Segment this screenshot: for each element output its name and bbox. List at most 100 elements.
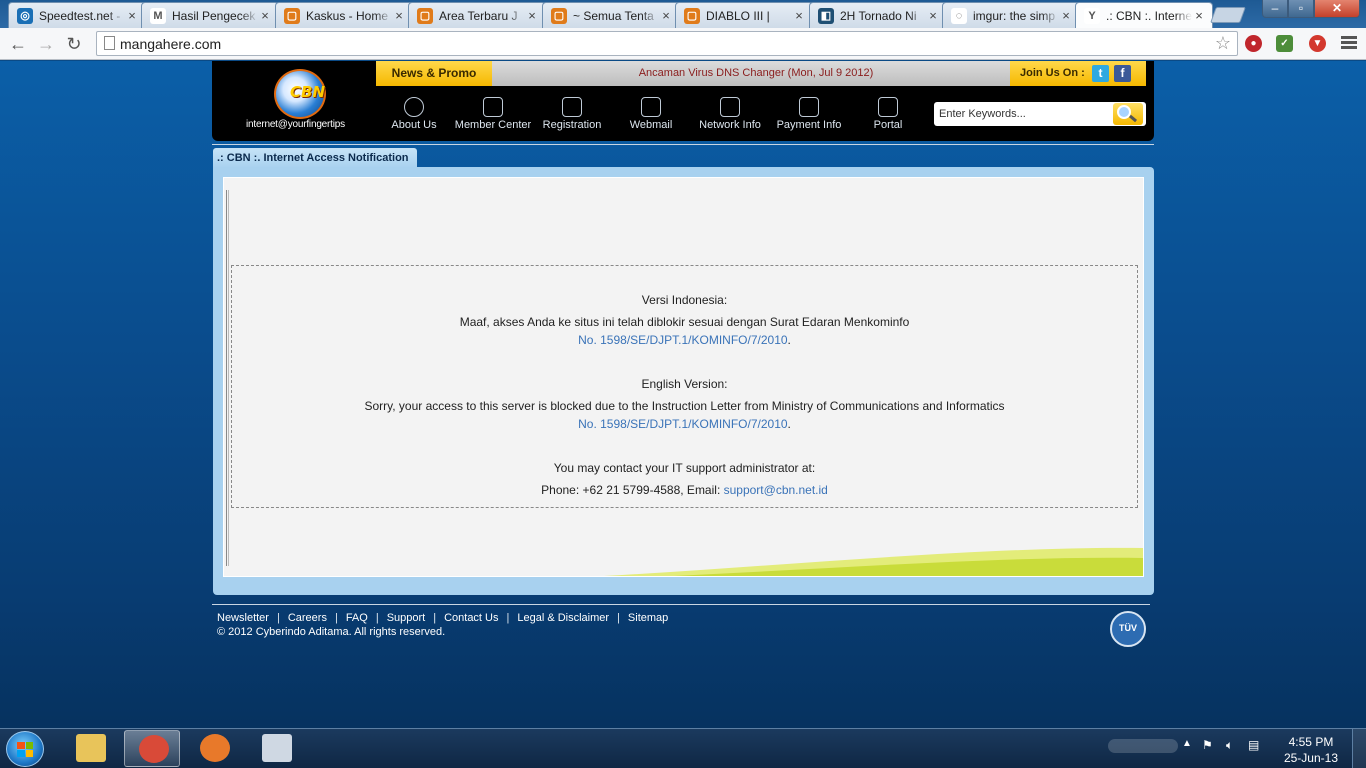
browser-tab[interactable]: ▢ DIABLO III | ×: [675, 2, 813, 28]
footer-link[interactable]: Careers: [288, 612, 327, 624]
chart-icon: [720, 97, 740, 117]
reload-icon[interactable]: ↻: [62, 32, 86, 56]
start-button[interactable]: [6, 731, 44, 767]
taskbar-app-button[interactable]: [62, 730, 118, 767]
footer-separator: |: [334, 612, 338, 624]
address-bar[interactable]: mangahere.com ☆: [96, 31, 1238, 56]
close-tab-icon[interactable]: ×: [392, 8, 406, 23]
browser-tab[interactable]: ▢ Area Terbaru J ×: [408, 2, 546, 28]
back-icon[interactable]: ←: [6, 32, 30, 56]
english-text: Sorry, your access to this server is blo…: [364, 399, 1005, 413]
mail-icon: [641, 97, 661, 117]
cbn-logo[interactable]: CBN internet@yourfingertips: [242, 67, 362, 133]
close-tab-icon[interactable]: ×: [258, 8, 272, 23]
footer-divider: [212, 604, 1150, 605]
kaskus-icon: ▢: [684, 7, 700, 24]
minimize-button[interactable]: –: [1262, 0, 1288, 18]
regulation-link-en[interactable]: No. 1598/SE/DJPT.1/KOMINFO/7/2010: [578, 417, 787, 431]
news-bar: News & Promo Ancaman Virus DNS Changer (…: [376, 61, 1146, 86]
close-tab-icon[interactable]: ×: [125, 8, 139, 23]
taskbar-app-button[interactable]: [248, 730, 304, 767]
adblock-extension-icon[interactable]: ●: [1245, 35, 1262, 52]
windows-logo-icon: [17, 742, 33, 757]
close-tab-icon[interactable]: ×: [1059, 8, 1073, 23]
browser-tab[interactable]: ◌ imgur: the simp ×: [942, 2, 1080, 28]
nav-item[interactable]: Registration: [532, 97, 612, 131]
loading-icon: ◌: [951, 7, 967, 24]
news-ticker-link[interactable]: Ancaman Virus DNS Changer (Mon, Jul 9 20…: [506, 61, 1006, 86]
tab-title: Area Terbaru J: [439, 8, 518, 23]
nav-item[interactable]: Payment Info: [769, 97, 849, 131]
close-tab-icon[interactable]: ×: [926, 8, 940, 23]
facebook-icon[interactable]: f: [1114, 65, 1131, 82]
show-hidden-icons-icon[interactable]: ▲: [1182, 738, 1192, 749]
gmail-icon: M: [150, 7, 166, 24]
browser-tab[interactable]: ▢ Kaskus - Home ×: [275, 2, 413, 28]
nav-item[interactable]: Member Center: [453, 97, 533, 131]
evernote-extension-icon[interactable]: ✓: [1276, 35, 1293, 52]
clock[interactable]: 4:55 PM 25-Jun-13: [1284, 734, 1338, 766]
join-us-label: Join Us On :: [1020, 67, 1085, 79]
browser-tab[interactable]: ◧ 2H Tornado Ni ×: [809, 2, 947, 28]
close-tab-icon[interactable]: ×: [792, 8, 806, 23]
close-tab-icon[interactable]: ×: [659, 8, 673, 23]
nav-item[interactable]: Network Info: [690, 97, 770, 131]
footer-link[interactable]: Support: [387, 612, 426, 624]
close-tab-icon[interactable]: ×: [1192, 9, 1206, 23]
taskbar-app-button[interactable]: [186, 730, 242, 767]
nav-item[interactable]: Webmail: [611, 97, 691, 131]
regulation-link-id[interactable]: No. 1598/SE/DJPT.1/KOMINFO/7/2010: [578, 333, 787, 347]
nav-item[interactable]: Portal: [848, 97, 928, 131]
english-heading: English Version:: [641, 377, 728, 391]
footer-link[interactable]: Newsletter: [217, 612, 269, 624]
download-extension-icon[interactable]: ▼: [1309, 35, 1326, 52]
forward-icon[interactable]: →: [34, 32, 58, 56]
block-notice: Versi Indonesia: Maaf, akses Anda ke sit…: [231, 265, 1138, 508]
footer-link[interactable]: Legal & Disclaimer: [517, 612, 609, 624]
main-nav: About Us Member Center Registration Webmail…: [380, 97, 940, 137]
portal-icon: [878, 97, 898, 117]
globe-icon: [404, 97, 424, 117]
tab-title: Speedtest.net -: [39, 8, 121, 23]
close-tab-icon[interactable]: ×: [525, 8, 539, 23]
footer-link[interactable]: FAQ: [346, 612, 368, 624]
taskbar: ▲ ⚑ 🔈︎ ▤ 4:55 PM 25-Jun-13: [0, 728, 1366, 768]
network-icon[interactable]: ▤: [1248, 738, 1259, 752]
browser-tab[interactable]: Y .: CBN :. Interne ×: [1075, 2, 1213, 29]
panel-title: .: CBN :. Internet Access Notification: [213, 148, 417, 168]
browser-tab[interactable]: ▢ ~ Semua Tenta ×: [542, 2, 680, 28]
bookmark-star-icon[interactable]: ☆: [1215, 33, 1231, 54]
footer-links: Newsletter | Careers | FAQ | Support | Contact U…: [217, 612, 668, 624]
tab-title: ~ Semua Tenta: [573, 8, 654, 23]
new-tab-button[interactable]: [1210, 7, 1246, 23]
footer-separator: |: [375, 612, 379, 624]
support-email-link[interactable]: support@cbn.net.id: [724, 483, 828, 497]
footer-link[interactable]: Contact Us: [444, 612, 498, 624]
browser-tab[interactable]: ◎ Speedtest.net - ×: [8, 2, 146, 28]
logo-text: CBN: [290, 83, 325, 101]
site-icon: ◧: [818, 7, 834, 24]
indonesian-text: Maaf, akses Anda ke situs ini telah dibl…: [459, 315, 910, 329]
maximize-button[interactable]: ▫: [1288, 0, 1314, 18]
footer-separator: |: [506, 612, 510, 624]
address-url[interactable]: mangahere.com: [120, 36, 221, 52]
action-center-icon[interactable]: ⚑: [1202, 738, 1213, 752]
taskbar-app-button[interactable]: [124, 730, 180, 767]
nav-item[interactable]: About Us: [374, 97, 454, 131]
footer-link[interactable]: Sitemap: [628, 612, 668, 624]
search-input[interactable]: [934, 102, 1114, 126]
browser-tab[interactable]: M Hasil Pengecek ×: [141, 2, 279, 28]
search-button[interactable]: [1113, 103, 1143, 125]
close-window-button[interactable]: ✕: [1314, 0, 1360, 18]
kaskus-icon: ▢: [284, 7, 300, 24]
chrome-menu-icon[interactable]: [1341, 36, 1357, 51]
browser-tab-strip: ◎ Speedtest.net - × M Hasil Pengecek × ▢ Kaskus…: [0, 0, 1366, 29]
pencil-icon: [562, 97, 582, 117]
news-promo-button[interactable]: News & Promo: [376, 61, 492, 86]
chrome-icon: [139, 735, 169, 763]
kaskus-icon: ▢: [417, 7, 433, 24]
site-header: CBN internet@yourfingertips News & Promo…: [212, 61, 1154, 141]
twitter-icon[interactable]: t: [1092, 65, 1109, 82]
volume-icon[interactable]: 🔈︎: [1226, 738, 1233, 753]
show-desktop-button[interactable]: [1352, 729, 1366, 768]
